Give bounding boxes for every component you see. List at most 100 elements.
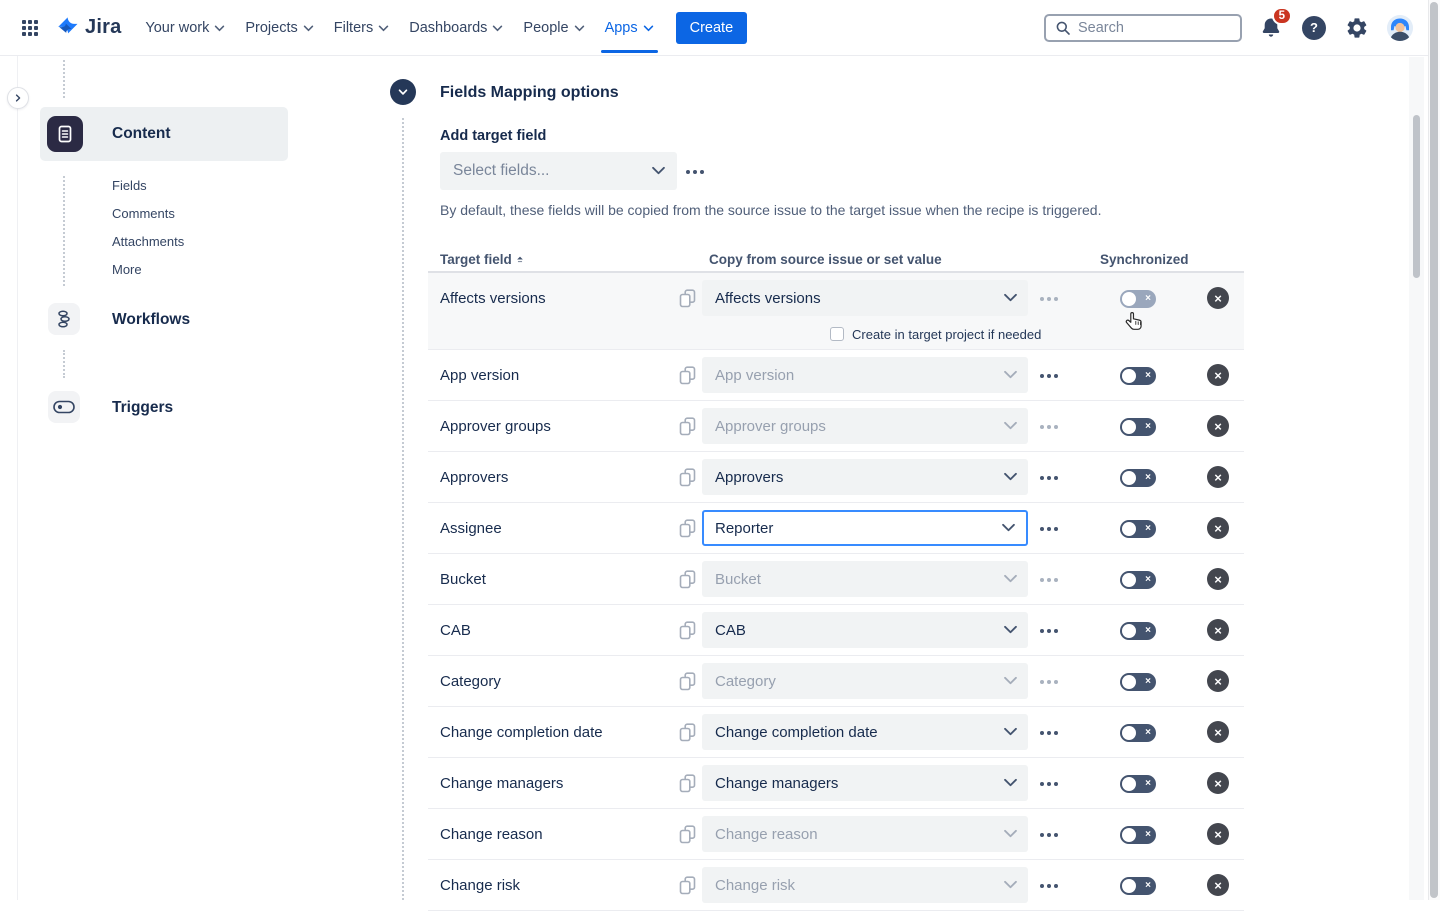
page-scrollbar-thumb[interactable] <box>1430 2 1438 898</box>
copy-icon[interactable] <box>679 656 696 707</box>
source-field-select[interactable]: Category <box>702 663 1028 699</box>
notifications-button[interactable]: 5 <box>1257 14 1285 42</box>
row-more-menu[interactable] <box>1036 503 1062 554</box>
source-field-select[interactable]: CAB <box>702 612 1028 648</box>
row-more-menu[interactable] <box>1036 605 1062 656</box>
nav-item-filters[interactable]: Filters <box>324 12 399 44</box>
remove-field-button[interactable]: × <box>1207 721 1229 743</box>
synchronized-toggle[interactable]: × <box>1120 571 1156 589</box>
sidebar-item-triggers[interactable]: Triggers <box>112 399 173 417</box>
remove-field-button[interactable]: × <box>1207 415 1229 437</box>
jira-logo[interactable]: Jira <box>54 15 121 41</box>
remove-field-button[interactable]: × <box>1207 364 1229 386</box>
remove-field-button[interactable]: × <box>1207 568 1229 590</box>
copy-icon[interactable] <box>679 273 696 324</box>
remove-field-button[interactable]: × <box>1207 823 1229 845</box>
synchronized-toggle[interactable]: × <box>1120 290 1156 308</box>
create-in-target-checkbox[interactable] <box>830 327 844 341</box>
source-field-select[interactable]: Change reason <box>702 816 1028 852</box>
select-fields-dropdown[interactable]: Select fields... <box>440 152 677 190</box>
sidebar-item-attachments[interactable]: Attachments <box>112 227 184 255</box>
source-field-select[interactable]: Approver groups <box>702 408 1028 444</box>
row-more-menu[interactable] <box>1036 809 1062 860</box>
copy-icon[interactable] <box>679 350 696 401</box>
copy-icon[interactable] <box>679 758 696 809</box>
close-icon: × <box>1214 828 1222 841</box>
remove-field-button[interactable]: × <box>1207 670 1229 692</box>
remove-field-button[interactable]: × <box>1207 287 1229 309</box>
nav-item-dashboards[interactable]: Dashboards <box>399 12 513 44</box>
remove-field-button[interactable]: × <box>1207 874 1229 896</box>
remove-field-button[interactable]: × <box>1207 466 1229 488</box>
source-field-select[interactable]: App version <box>702 357 1028 393</box>
row-more-menu[interactable] <box>1036 554 1062 605</box>
nav-item-projects[interactable]: Projects <box>235 12 323 44</box>
table-header-row: Target field Copy from source issue or s… <box>428 245 1244 273</box>
nav-item-people[interactable]: People <box>513 12 594 44</box>
copy-icon[interactable] <box>679 452 696 503</box>
nav-item-your-work[interactable]: Your work <box>135 12 235 44</box>
source-field-select[interactable]: Affects versions <box>702 280 1028 316</box>
close-icon: × <box>1214 292 1222 305</box>
row-more-menu[interactable] <box>1036 656 1062 707</box>
sidebar-item-fields[interactable]: Fields <box>112 171 147 199</box>
remove-field-button[interactable]: × <box>1207 772 1229 794</box>
source-field-select[interactable]: Reporter <box>702 510 1028 546</box>
help-button[interactable]: ? <box>1300 14 1328 42</box>
copy-icon[interactable] <box>679 503 696 554</box>
row-more-menu[interactable] <box>1036 860 1062 911</box>
synchronized-toggle[interactable]: × <box>1120 520 1156 538</box>
row-more-menu[interactable] <box>1036 273 1062 324</box>
app-switcher-icon[interactable] <box>14 12 46 44</box>
settings-button[interactable] <box>1343 14 1371 42</box>
row-more-menu[interactable] <box>1036 401 1062 452</box>
copy-icon[interactable] <box>679 809 696 860</box>
sidebar-item-more[interactable]: More <box>112 255 142 283</box>
trigger-icon <box>48 391 80 423</box>
create-button[interactable]: Create <box>676 12 748 44</box>
top-navbar: Jira Your work Projects Filters Dashboar… <box>0 0 1440 56</box>
source-field-select[interactable]: Change completion date <box>702 714 1028 750</box>
copy-icon[interactable] <box>679 554 696 605</box>
sidebar-expand-button[interactable] <box>7 87 29 109</box>
add-field-more-menu[interactable] <box>686 163 704 181</box>
row-more-menu[interactable] <box>1036 350 1062 401</box>
synchronized-toggle[interactable]: × <box>1120 877 1156 895</box>
row-more-menu[interactable] <box>1036 452 1062 503</box>
copy-icon[interactable] <box>679 401 696 452</box>
source-field-select[interactable]: Change managers <box>702 765 1028 801</box>
remove-field-button[interactable]: × <box>1207 517 1229 539</box>
synchronized-toggle[interactable]: × <box>1120 826 1156 844</box>
copy-icon[interactable] <box>679 605 696 656</box>
toggle-off-x-icon: × <box>1145 520 1151 538</box>
synchronized-toggle[interactable]: × <box>1120 469 1156 487</box>
sidebar-item-comments[interactable]: Comments <box>112 199 175 227</box>
copy-icon[interactable] <box>679 707 696 758</box>
header-target-field[interactable]: Target field <box>440 245 525 273</box>
row-more-menu[interactable] <box>1036 758 1062 809</box>
close-icon: × <box>1214 879 1222 892</box>
close-icon: × <box>1214 624 1222 637</box>
remove-field-button[interactable]: × <box>1207 619 1229 641</box>
sidebar-item-workflows[interactable]: Workflows <box>112 311 190 329</box>
profile-button[interactable] <box>1386 14 1414 42</box>
section-collapse-button[interactable] <box>390 79 416 105</box>
chevron-down-icon <box>1001 523 1016 533</box>
source-field-select[interactable]: Change risk <box>702 867 1028 903</box>
synchronized-toggle[interactable]: × <box>1120 724 1156 742</box>
synchronized-toggle[interactable]: × <box>1120 418 1156 436</box>
synchronized-toggle[interactable]: × <box>1120 775 1156 793</box>
synchronized-toggle[interactable]: × <box>1120 622 1156 640</box>
synchronized-toggle[interactable]: × <box>1120 673 1156 691</box>
nav-item-apps[interactable]: Apps <box>595 12 664 44</box>
toggle-off-x-icon: × <box>1145 367 1151 385</box>
global-search[interactable] <box>1044 14 1242 42</box>
search-input[interactable] <box>1078 20 1218 36</box>
row-more-menu[interactable] <box>1036 707 1062 758</box>
section-title: Fields Mapping options <box>440 84 619 102</box>
source-field-select[interactable]: Bucket <box>702 561 1028 597</box>
source-field-select[interactable]: Approvers <box>702 459 1028 495</box>
copy-icon[interactable] <box>679 860 696 911</box>
synchronized-toggle[interactable]: × <box>1120 367 1156 385</box>
inner-scrollbar-thumb[interactable] <box>1413 115 1420 278</box>
